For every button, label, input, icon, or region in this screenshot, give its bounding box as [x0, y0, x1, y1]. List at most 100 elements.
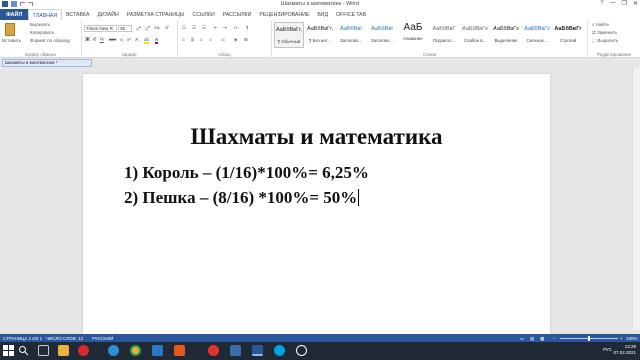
font-size-combo[interactable]: 36 — [118, 25, 132, 32]
shrink-font-icon[interactable]: A▾ — [145, 25, 150, 32]
underline-icon[interactable]: Ч — [100, 37, 104, 43]
system-clock[interactable]: 13:29 07.02.2021 — [613, 344, 636, 356]
change-case-icon[interactable]: Aa — [154, 25, 160, 30]
taskbar: РУС 13:29 07.02.2021 — [0, 342, 640, 360]
read-mode-icon[interactable]: ▭ — [520, 336, 524, 342]
style-emphasis[interactable]: АаБбВвГг Выделение — [491, 22, 521, 48]
search-icon[interactable] — [18, 345, 29, 356]
tab-insert[interactable]: ВСТАВКА — [62, 9, 93, 20]
shading-icon[interactable]: ◈ — [234, 37, 237, 43]
help-icon[interactable]: ? — [600, 0, 603, 7]
align-center-icon[interactable]: ≡ — [191, 37, 194, 42]
line-spacing-icon[interactable]: ↕≡ — [220, 37, 225, 42]
superscript-icon[interactable]: x² — [127, 37, 131, 42]
page-count[interactable]: СТРАНИЦА 1 ИЗ 1 — [3, 336, 42, 341]
document-line-2[interactable]: 2) Пешка – (8/16) *100%= 50% — [124, 188, 360, 208]
strikethrough-icon[interactable]: abc — [109, 37, 116, 42]
text-cursor — [358, 189, 360, 206]
find-button[interactable]: ⌕ Найти — [592, 22, 609, 27]
tab-review[interactable]: РЕЦЕНЗИРОВАНИЕ — [255, 9, 313, 20]
style-strong[interactable]: АаБбВвГг Строгий — [553, 22, 583, 48]
app-icon[interactable] — [230, 345, 241, 356]
text-effects-icon[interactable]: A — [135, 37, 138, 42]
style-sample: АаБбВвГг — [462, 26, 488, 32]
document-line-1[interactable]: 1) Король – (1/16)*100%= 6,25% — [124, 163, 369, 183]
style-sample: АаБ — [403, 22, 423, 33]
justify-icon[interactable]: ≡ — [209, 37, 212, 42]
document-heading[interactable]: Шахматы и математика — [83, 124, 550, 150]
tab-view[interactable]: ВИД — [313, 9, 332, 20]
zoom-out-icon[interactable]: − — [553, 336, 556, 341]
select-button[interactable]: ⬚ Выделить — [592, 38, 618, 44]
minimize-button[interactable]: — — [610, 0, 616, 7]
align-right-icon[interactable]: ≡ — [200, 37, 203, 42]
zoom-slider-thumb[interactable] — [588, 335, 590, 341]
media-icon[interactable] — [174, 345, 185, 356]
increase-indent-icon[interactable]: ⇥ — [223, 25, 227, 31]
tab-references[interactable]: ССЫЛКИ — [188, 9, 218, 20]
style-no-spacing[interactable]: АаБбВвГг, ¶ Без инт... — [305, 22, 335, 48]
italic-icon[interactable]: К — [93, 37, 96, 43]
start-icon[interactable] — [3, 345, 14, 356]
edge-icon[interactable] — [108, 345, 119, 356]
style-subtitle[interactable]: АаБбВвГ Подзагол... — [429, 22, 459, 48]
task-view-icon[interactable] — [38, 345, 49, 356]
zoom-level[interactable]: 100% — [626, 336, 638, 341]
sort-icon[interactable]: A↓ — [234, 25, 239, 30]
grow-font-icon[interactable]: A▴ — [136, 25, 141, 32]
yandex-icon[interactable] — [208, 345, 219, 356]
window-controls: ? — ❐ ✕ — [600, 0, 638, 7]
word-count[interactable]: ЧИСЛО СЛОВ: 12 — [46, 336, 83, 341]
chrome-icon[interactable] — [130, 345, 141, 356]
close-button[interactable]: ✕ — [633, 0, 638, 7]
vertical-scrollbar[interactable] — [632, 67, 640, 330]
numbering-icon[interactable]: ☰ — [192, 25, 196, 31]
file-explorer-icon[interactable] — [58, 345, 69, 356]
subscript-icon[interactable]: x₂ — [120, 37, 124, 42]
paste-icon[interactable] — [5, 23, 15, 36]
decrease-indent-icon[interactable]: ⇤ — [214, 25, 218, 31]
tab-home[interactable]: ГЛАВНАЯ — [28, 9, 63, 20]
input-language[interactable]: РУС — [603, 347, 612, 352]
zoom-in-icon[interactable]: + — [620, 336, 623, 341]
document-tab[interactable]: Шахматы и математика * — [2, 59, 92, 67]
proofing-language[interactable]: РУССКИЙ — [92, 336, 113, 341]
bullets-icon[interactable]: ☰ — [182, 25, 186, 31]
print-layout-icon[interactable]: ▤ — [530, 336, 534, 342]
style-heading-2[interactable]: АаБбВвI Заголово... — [367, 22, 397, 48]
clear-format-icon[interactable]: A̸ — [165, 25, 168, 30]
style-normal[interactable]: АаБбВвГг, ¶ Обычный — [274, 22, 304, 48]
font-color-icon[interactable]: A — [155, 37, 159, 44]
cut-button[interactable]: Вырезать — [30, 22, 50, 27]
style-intense-emphasis[interactable]: АаБбВвГг Сильное... — [522, 22, 552, 48]
tab-page-layout[interactable]: РАЗМЕТКА СТРАНИЦЫ — [123, 9, 189, 20]
web-layout-icon[interactable]: ▦ — [540, 336, 544, 342]
show-marks-icon[interactable]: ¶ — [246, 25, 248, 30]
status-bar: СТРАНИЦА 1 ИЗ 1 ЧИСЛО СЛОВ: 12 РУССКИЙ ▭… — [0, 334, 640, 342]
format-painter-button[interactable]: Формат по образцу — [30, 38, 70, 43]
word-taskbar-icon[interactable] — [252, 345, 263, 356]
style-subtle-emphasis[interactable]: АаБбВвГг Слабое в... — [460, 22, 490, 48]
borders-icon[interactable]: ⊞ — [244, 37, 248, 43]
tab-office-tab[interactable]: OFFICE TAB — [332, 9, 370, 20]
multilevel-list-icon[interactable]: ☰ — [202, 25, 206, 31]
tab-file[interactable]: ФАЙЛ — [0, 9, 29, 20]
highlight-icon[interactable]: ab — [144, 37, 150, 44]
tab-design[interactable]: ДИЗАЙН — [93, 9, 122, 20]
replace-button[interactable]: ⇄ Заменить — [592, 30, 617, 36]
clock-app-icon[interactable] — [296, 345, 307, 356]
paste-button[interactable]: Вставить — [2, 38, 21, 43]
document-page[interactable]: Шахматы и математика 1) Король – (1/16)*… — [83, 74, 550, 352]
editing-group-label: Редактирование — [596, 52, 632, 57]
skype-icon[interactable] — [274, 345, 285, 356]
opera-icon[interactable] — [78, 345, 89, 356]
font-name-combo[interactable]: Times New R — [84, 25, 117, 32]
style-heading-1[interactable]: АаБбВвI Заголово... — [336, 22, 366, 48]
bold-icon[interactable]: Ж — [85, 37, 90, 43]
copy-button[interactable]: Копировать — [30, 30, 54, 35]
restore-button[interactable]: ❐ — [622, 0, 627, 7]
style-title[interactable]: АаБ Название — [398, 22, 428, 48]
photos-icon[interactable] — [152, 345, 163, 356]
align-left-icon[interactable]: ≡ — [182, 37, 185, 42]
tab-mailings[interactable]: РАССЫЛКИ — [219, 9, 256, 20]
